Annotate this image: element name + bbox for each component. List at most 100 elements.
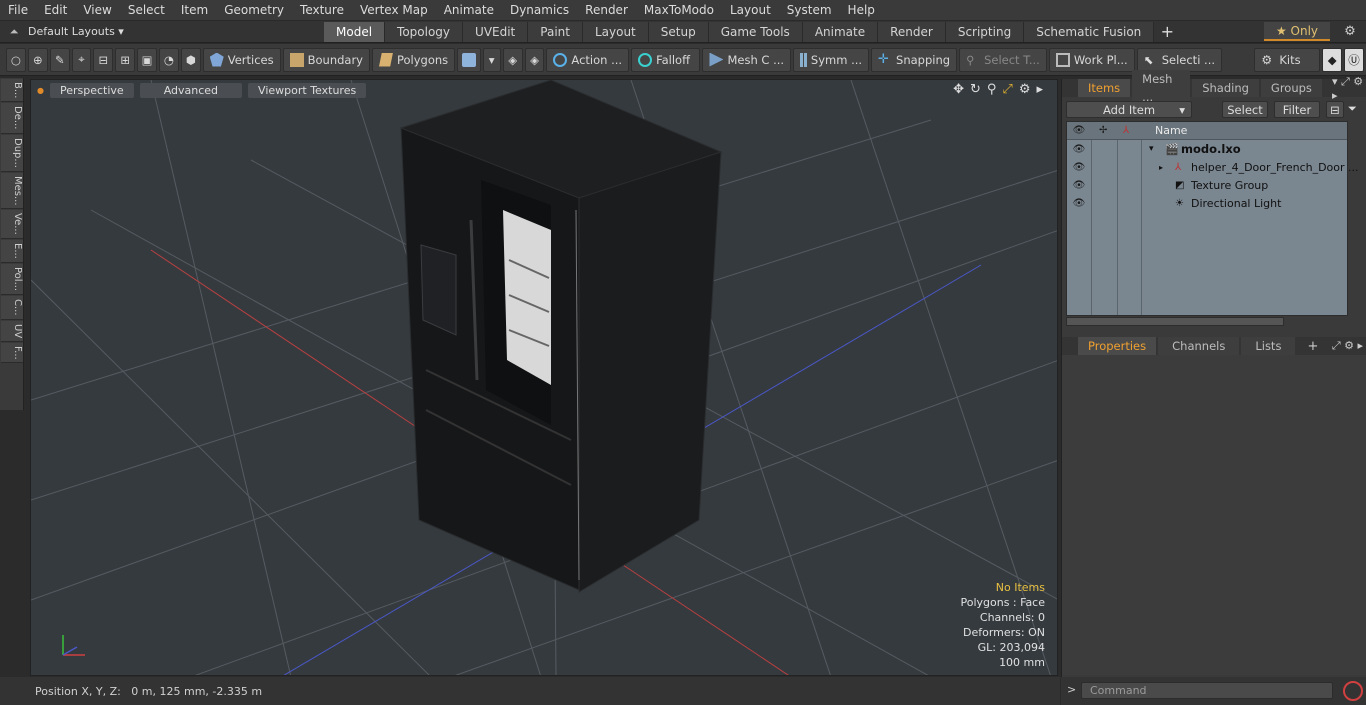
tab-render[interactable]: Render (878, 21, 946, 42)
select-circle-icon[interactable]: ○ (6, 47, 26, 72)
lasso-icon[interactable]: ⌖ (71, 47, 92, 72)
symmetry-shield-icon[interactable]: ◈ (502, 47, 523, 72)
maximize-view-icon[interactable]: ⤢ (1002, 82, 1012, 97)
advanced-button[interactable]: Advanced (139, 82, 243, 98)
tab-game-tools[interactable]: Game Tools (708, 21, 803, 42)
unity-icon[interactable]: ◆ (1322, 47, 1343, 72)
left-strip-tab[interactable]: F... (1, 342, 23, 364)
tab-scripting[interactable]: Scripting (945, 21, 1025, 42)
menu-vertex-map[interactable]: Vertex Map (352, 0, 436, 21)
tree-row-directional-light[interactable]: 👁 ☀ Directional Light (1067, 194, 1347, 212)
expand-arrow-icon[interactable]: ▾ (1149, 144, 1154, 154)
refrigerator-model[interactable] (399, 80, 723, 593)
tree-row-helper[interactable]: 👁 ▸ ⅄ helper_4_Door_French_Door ... (1067, 158, 1359, 176)
left-strip-tab[interactable]: Mes... (1, 172, 23, 210)
menu-layout[interactable]: Layout (722, 0, 779, 21)
menu-help[interactable]: Help (840, 0, 883, 21)
viewport-expand-icon[interactable]: ▸ (1036, 82, 1043, 97)
viewport-settings-icon[interactable]: ⚙ (1019, 82, 1031, 97)
dropdown-icon[interactable]: ▾ (482, 47, 501, 72)
visibility-toggle-icon[interactable]: 👁 (1071, 198, 1087, 209)
add-tab-icon[interactable]: + (1154, 22, 1180, 41)
material-icon[interactable] (457, 47, 481, 72)
props-tab-lists[interactable]: Lists (1241, 337, 1296, 355)
align-icon[interactable]: ⊟ (93, 47, 114, 72)
left-strip-tab[interactable]: E... (1, 240, 23, 263)
selection-sets-button[interactable]: ⬉ Selecti ... (1136, 47, 1223, 72)
left-strip-tab[interactable]: De... (1, 103, 23, 134)
left-strip-tab[interactable]: Pol... (1, 263, 23, 295)
collapse-icon[interactable]: ⊟ (1326, 100, 1344, 118)
symmetry-button[interactable]: Symm ... (793, 47, 870, 72)
tab-topology[interactable]: Topology (385, 21, 464, 42)
items-tab-groups[interactable]: Groups (1260, 79, 1322, 97)
select-through-button[interactable]: ⚲ Select T... (959, 47, 1047, 72)
command-input[interactable]: Command (1081, 682, 1333, 699)
symmetry-shield2-icon[interactable]: ◈ (524, 47, 545, 72)
kits-button[interactable]: ⚙ Kits (1254, 47, 1321, 72)
viewport-textures-button[interactable]: Viewport Textures (248, 82, 367, 98)
menu-system[interactable]: System (779, 0, 840, 21)
left-strip-tab[interactable]: Ve... (1, 210, 23, 240)
item-mode-icon[interactable]: ⬢ (180, 47, 201, 72)
tab-layout[interactable]: Layout (582, 21, 649, 42)
record-icon[interactable] (1343, 681, 1363, 701)
move-view-icon[interactable]: ✥ (953, 82, 964, 97)
tab-setup[interactable]: Setup (648, 21, 709, 42)
tab-animate[interactable]: Animate (802, 21, 879, 42)
left-strip-tab[interactable]: B... (1, 79, 23, 103)
menu-dynamics[interactable]: Dynamics (502, 0, 577, 21)
add-item-button[interactable]: Add Item ▾ (1066, 100, 1192, 118)
props-tab-properties[interactable]: Properties (1078, 337, 1157, 355)
visibility-toggle-icon[interactable]: 👁 (1071, 162, 1087, 173)
left-strip-tab[interactable]: UV (1, 320, 23, 342)
snapping-button[interactable]: ✛ Snapping (871, 47, 958, 72)
menu-edit[interactable]: Edit (36, 0, 75, 21)
rotate-view-icon[interactable]: ↻ (970, 82, 981, 97)
select-button[interactable]: Select (1222, 100, 1268, 118)
menu-view[interactable]: View (75, 0, 119, 21)
globe-icon[interactable]: ⊕ (27, 47, 48, 72)
action-center-button[interactable]: Action ... (546, 47, 630, 72)
left-strip-tab[interactable]: Dup... (1, 134, 23, 172)
rotate-icon[interactable]: ◔ (159, 47, 179, 72)
menu-file[interactable]: File (0, 0, 36, 21)
menu-render[interactable]: Render (577, 0, 636, 21)
tab-paint[interactable]: Paint (528, 21, 583, 42)
polygons-button[interactable]: Polygons (372, 47, 456, 72)
box-select-icon[interactable]: ▣ (137, 47, 158, 72)
tab-schematic-fusion[interactable]: Schematic Fusion (1024, 21, 1155, 42)
add-props-tab-icon[interactable]: + (1307, 339, 1318, 354)
menu-geometry[interactable]: Geometry (216, 0, 292, 21)
filter-button[interactable]: Filter (1274, 100, 1320, 118)
gear-icon[interactable]: ⚙ (1340, 21, 1360, 42)
menu-animate[interactable]: Animate (436, 0, 502, 21)
tab-uvedit[interactable]: UVEdit (463, 21, 529, 42)
left-strip-tab[interactable]: C... (1, 295, 23, 320)
mesh-constraint-button[interactable]: Mesh C ... (702, 47, 792, 72)
menu-item[interactable]: Item (173, 0, 216, 21)
visibility-toggle-icon[interactable]: 👁 (1071, 180, 1087, 191)
tab-model[interactable]: Model (324, 21, 386, 42)
vertices-button[interactable]: Vertices (202, 47, 281, 72)
funnel-icon[interactable]: ⏷ (1348, 102, 1364, 116)
items-tab-shading[interactable]: Shading (1192, 79, 1259, 97)
boundary-button[interactable]: Boundary (282, 47, 370, 72)
only-button[interactable]: ★ Only (1264, 22, 1330, 41)
work-plane-button[interactable]: Work Pl... (1048, 47, 1135, 72)
tree-scrollbar[interactable] (1066, 317, 1284, 326)
menu-select[interactable]: Select (120, 0, 173, 21)
layout-collapse-icon[interactable]: ⏶ (0, 25, 28, 39)
items-panel-options-icon[interactable]: ▾ ⤢ ⚙ ▸ (1332, 75, 1366, 102)
menu-texture[interactable]: Texture (292, 0, 352, 21)
falloff-button[interactable]: Falloff (631, 47, 701, 72)
pen-icon[interactable]: ✎ (49, 47, 70, 72)
visibility-toggle-icon[interactable]: 👁 (1071, 144, 1087, 155)
center-icon[interactable]: ⊞ (115, 47, 136, 72)
props-tab-channels[interactable]: Channels (1158, 337, 1240, 355)
menu-maxtomodo[interactable]: MaxToModo (636, 0, 722, 21)
tree-row-scene[interactable]: 👁 ▾ 🎬 modo.lxo (1067, 140, 1347, 158)
tree-row-texture-group[interactable]: 👁 ◩ Texture Group (1067, 176, 1347, 194)
zoom-view-icon[interactable]: ⚲ (987, 82, 997, 97)
items-tab-items[interactable]: Items (1078, 79, 1131, 97)
